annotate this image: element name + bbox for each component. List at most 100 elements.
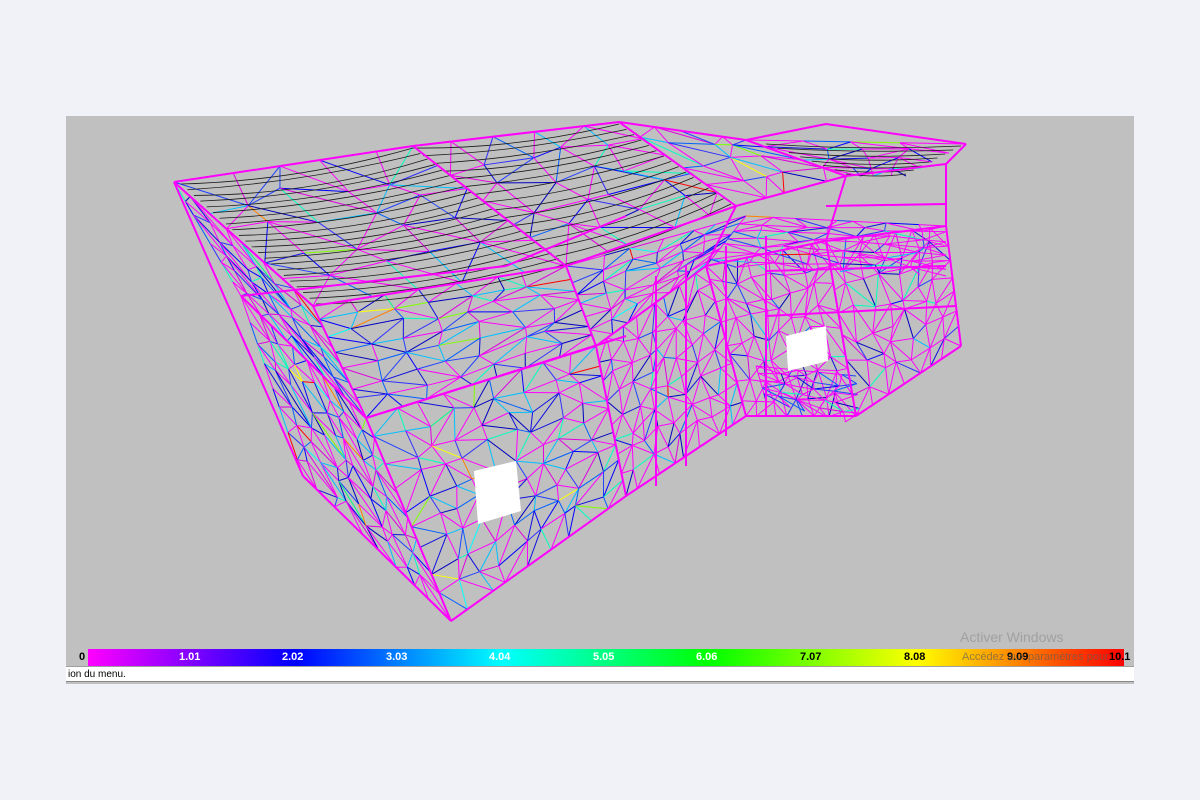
mesh-edge [801,158,830,161]
mesh-edge [472,295,494,302]
mesh-edge [917,286,928,302]
mesh-edge [768,340,772,361]
mesh-edge [579,302,612,310]
mesh-edge [730,156,783,173]
mesh-edge [676,270,680,278]
mesh-edge [389,164,438,186]
mesh-edge [732,139,747,146]
mesh-edge [377,351,407,362]
scale-label-10: 10.1 [1109,651,1131,663]
mesh-edge [843,270,864,280]
mesh-edge [877,273,892,305]
mesh-edge [467,553,480,572]
mesh-edge [540,500,559,530]
mesh-edge [602,359,612,382]
mesh-edge [650,332,654,356]
mesh-edge [632,251,658,260]
mesh-edge [493,398,510,413]
3d-viewport[interactable] [66,116,1134,649]
mesh-edge [913,337,931,349]
mesh-edge [892,308,905,327]
mesh-edge [532,392,560,413]
mesh-edge [356,393,388,399]
mesh-edge [443,393,475,409]
mesh-edge [512,311,526,328]
mesh-edge [681,376,686,395]
mesh-edge [875,303,891,308]
mesh-edge [642,421,645,441]
mesh-edge [288,368,303,382]
mesh-edge [866,359,886,369]
mesh-edge [622,414,634,434]
structural-edge [825,175,847,242]
mesh-edge [869,386,874,406]
mesh-edge [540,294,555,309]
mesh-edge [554,322,589,327]
mesh-edge [623,338,639,342]
scale-label-3: 3.03 [386,651,408,663]
mesh-edge [363,454,373,461]
scale-label-6: 6.06 [696,651,718,663]
mesh-edge [543,438,559,464]
mesh-edge [591,439,599,453]
mesh-edge [610,359,614,371]
mesh-edge [493,363,526,369]
mesh-edge [636,316,639,339]
mesh-edge [370,486,374,499]
mesh-edge [756,237,762,248]
mesh-edge [745,139,804,142]
mesh-edge [479,336,527,357]
mesh-edge [866,353,885,361]
mesh-edge [232,281,242,297]
mesh-edge [925,301,928,325]
mesh-edge [741,400,757,402]
mesh-edge [782,167,824,173]
mesh-edge [257,340,271,345]
mesh-edge [533,510,542,530]
mesh-edge [814,282,834,284]
mesh-edge [459,571,480,580]
mesh-edge [883,353,887,368]
mesh-edge [753,336,765,361]
mesh-edge [667,385,686,395]
mesh-edge [722,261,726,282]
mesh-edge [301,381,328,414]
mesh-edge [578,382,584,404]
mesh-edge [895,359,912,363]
mesh-edge [381,380,388,395]
mesh-edge [417,401,455,409]
mesh-edge [278,406,289,433]
mesh-edge [910,338,914,360]
mesh-edge [822,158,830,168]
mesh-edge [700,367,721,377]
mesh-edge [583,422,593,441]
mesh-edge [356,429,363,440]
mesh-edge [657,422,675,427]
mesh-edge [587,199,640,210]
mesh-edge [540,294,579,301]
mesh-layer [173,121,967,622]
mesh-edge [904,308,927,325]
mesh-edge [427,376,461,386]
mesh-edge [371,343,379,361]
mesh-edge [726,317,737,346]
mesh-edge [720,317,737,323]
mesh-edge [743,176,767,182]
mesh-edge [640,405,655,411]
mesh-edge [487,429,518,440]
mesh-edge [917,267,920,287]
mesh-edge [579,382,608,402]
mesh-edge [554,299,579,310]
mesh-edge [375,461,385,471]
mesh-edge [587,194,609,200]
mesh-edge [263,363,293,408]
mesh-edge [209,243,222,263]
mesh-edge [771,299,780,310]
scale-label-0: 0 [79,651,86,663]
mesh-edge [578,471,604,489]
mesh-edge [632,469,638,489]
mesh-edge [525,327,528,337]
mesh-edge [623,341,633,363]
mesh-edge [382,380,428,386]
mesh-edge [516,460,544,464]
